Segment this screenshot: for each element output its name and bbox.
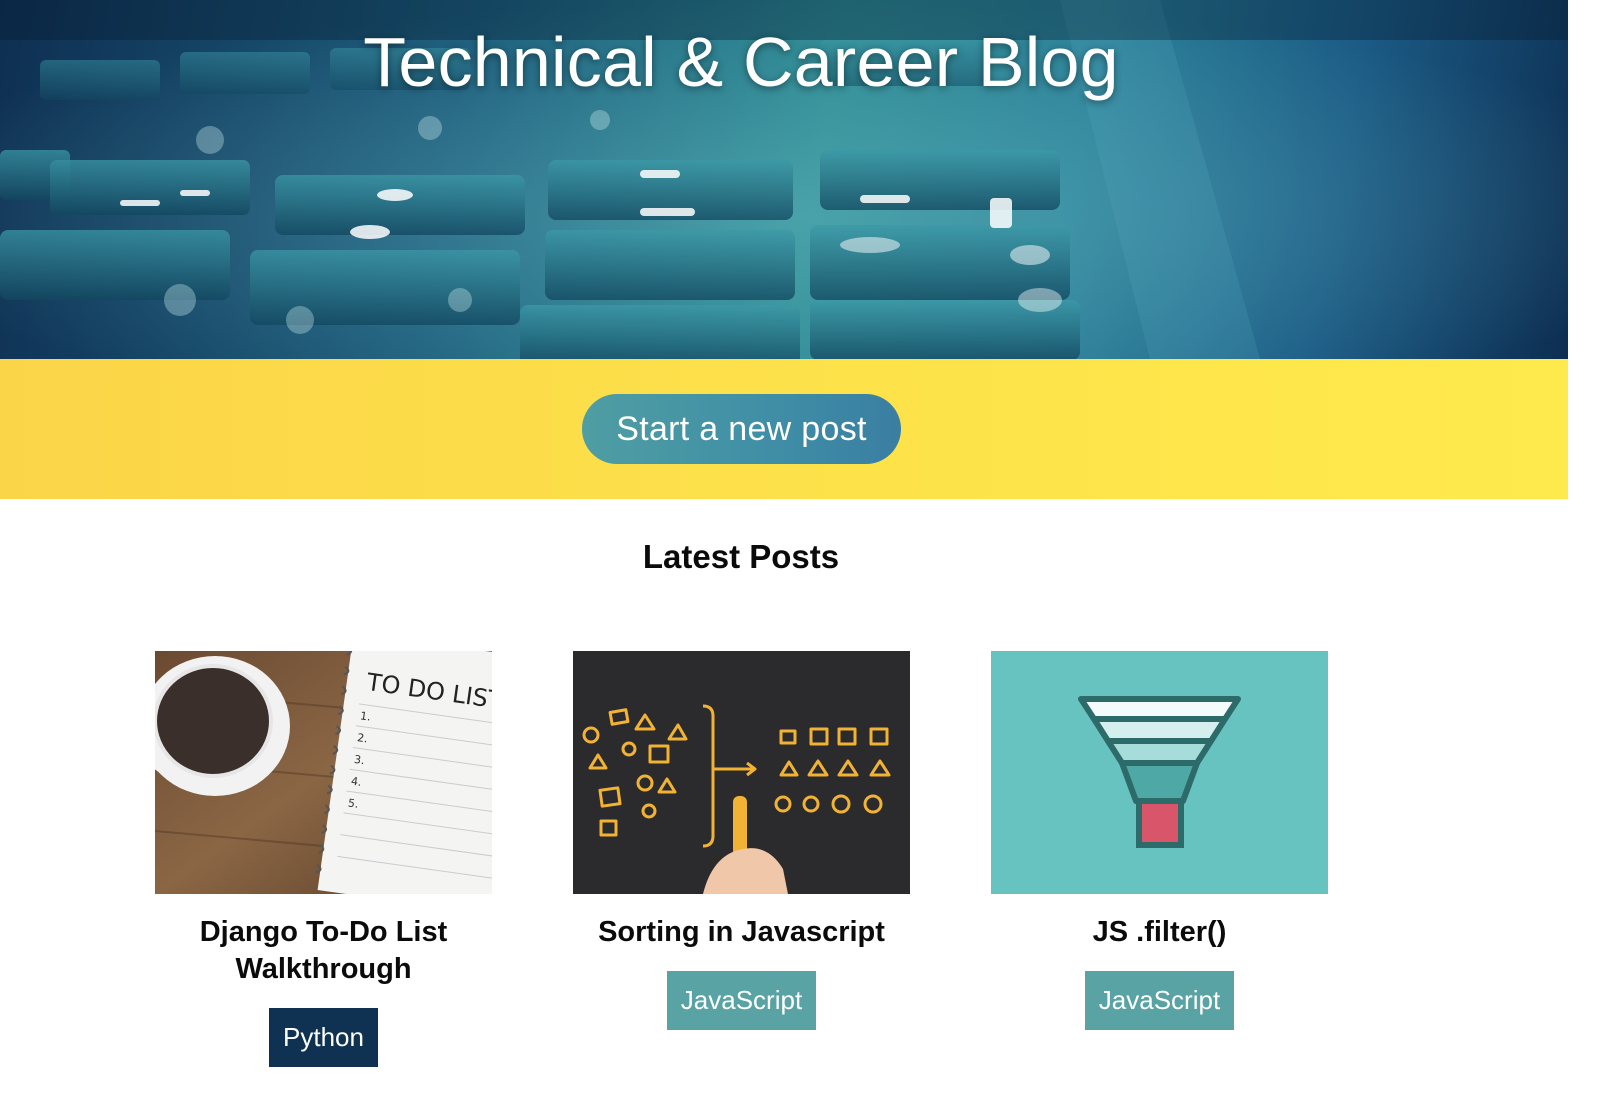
post-card[interactable]: JS .filter() JavaScript [991, 651, 1328, 1030]
post-thumbnail-todo-list[interactable]: TO DO LIST 1. 2. 3. 4. 5. [155, 651, 492, 894]
svg-text:1.: 1. [359, 709, 371, 723]
category-tag[interactable]: Python [269, 1008, 378, 1067]
start-new-post-button[interactable]: Start a new post [582, 394, 901, 464]
post-thumbnail-sorting[interactable] [573, 651, 910, 894]
post-title[interactable]: JS .filter() [991, 914, 1328, 951]
category-tag[interactable]: JavaScript [1084, 971, 1235, 1030]
funnel-image [991, 651, 1328, 894]
svg-text:2.: 2. [356, 731, 368, 745]
hero-banner: Technical & Career Blog [0, 0, 1568, 359]
svg-text:5.: 5. [347, 796, 359, 810]
todo-list-image: TO DO LIST 1.2.3. 4.5. [155, 651, 492, 894]
post-thumbnail-filter[interactable] [991, 651, 1328, 894]
cta-band: Start a new post [0, 359, 1568, 499]
chalkboard-sorting-image [573, 651, 910, 894]
latest-posts-heading: Latest Posts [642, 538, 840, 575]
post-title[interactable]: Django To-Do List Walkthrough [155, 914, 492, 988]
post-title[interactable]: Sorting in Javascript [573, 914, 910, 951]
svg-text:4.: 4. [350, 775, 362, 789]
post-card[interactable]: Sorting in Javascript JavaScript [573, 651, 910, 1030]
category-tag[interactable]: JavaScript [666, 971, 817, 1030]
blog-title: Technical & Career Blog [363, 23, 1119, 101]
post-card[interactable]: TO DO LIST 1. 2. 3. 4. 5. Django To-Do List… [155, 651, 492, 1067]
svg-text:3.: 3. [353, 753, 365, 767]
